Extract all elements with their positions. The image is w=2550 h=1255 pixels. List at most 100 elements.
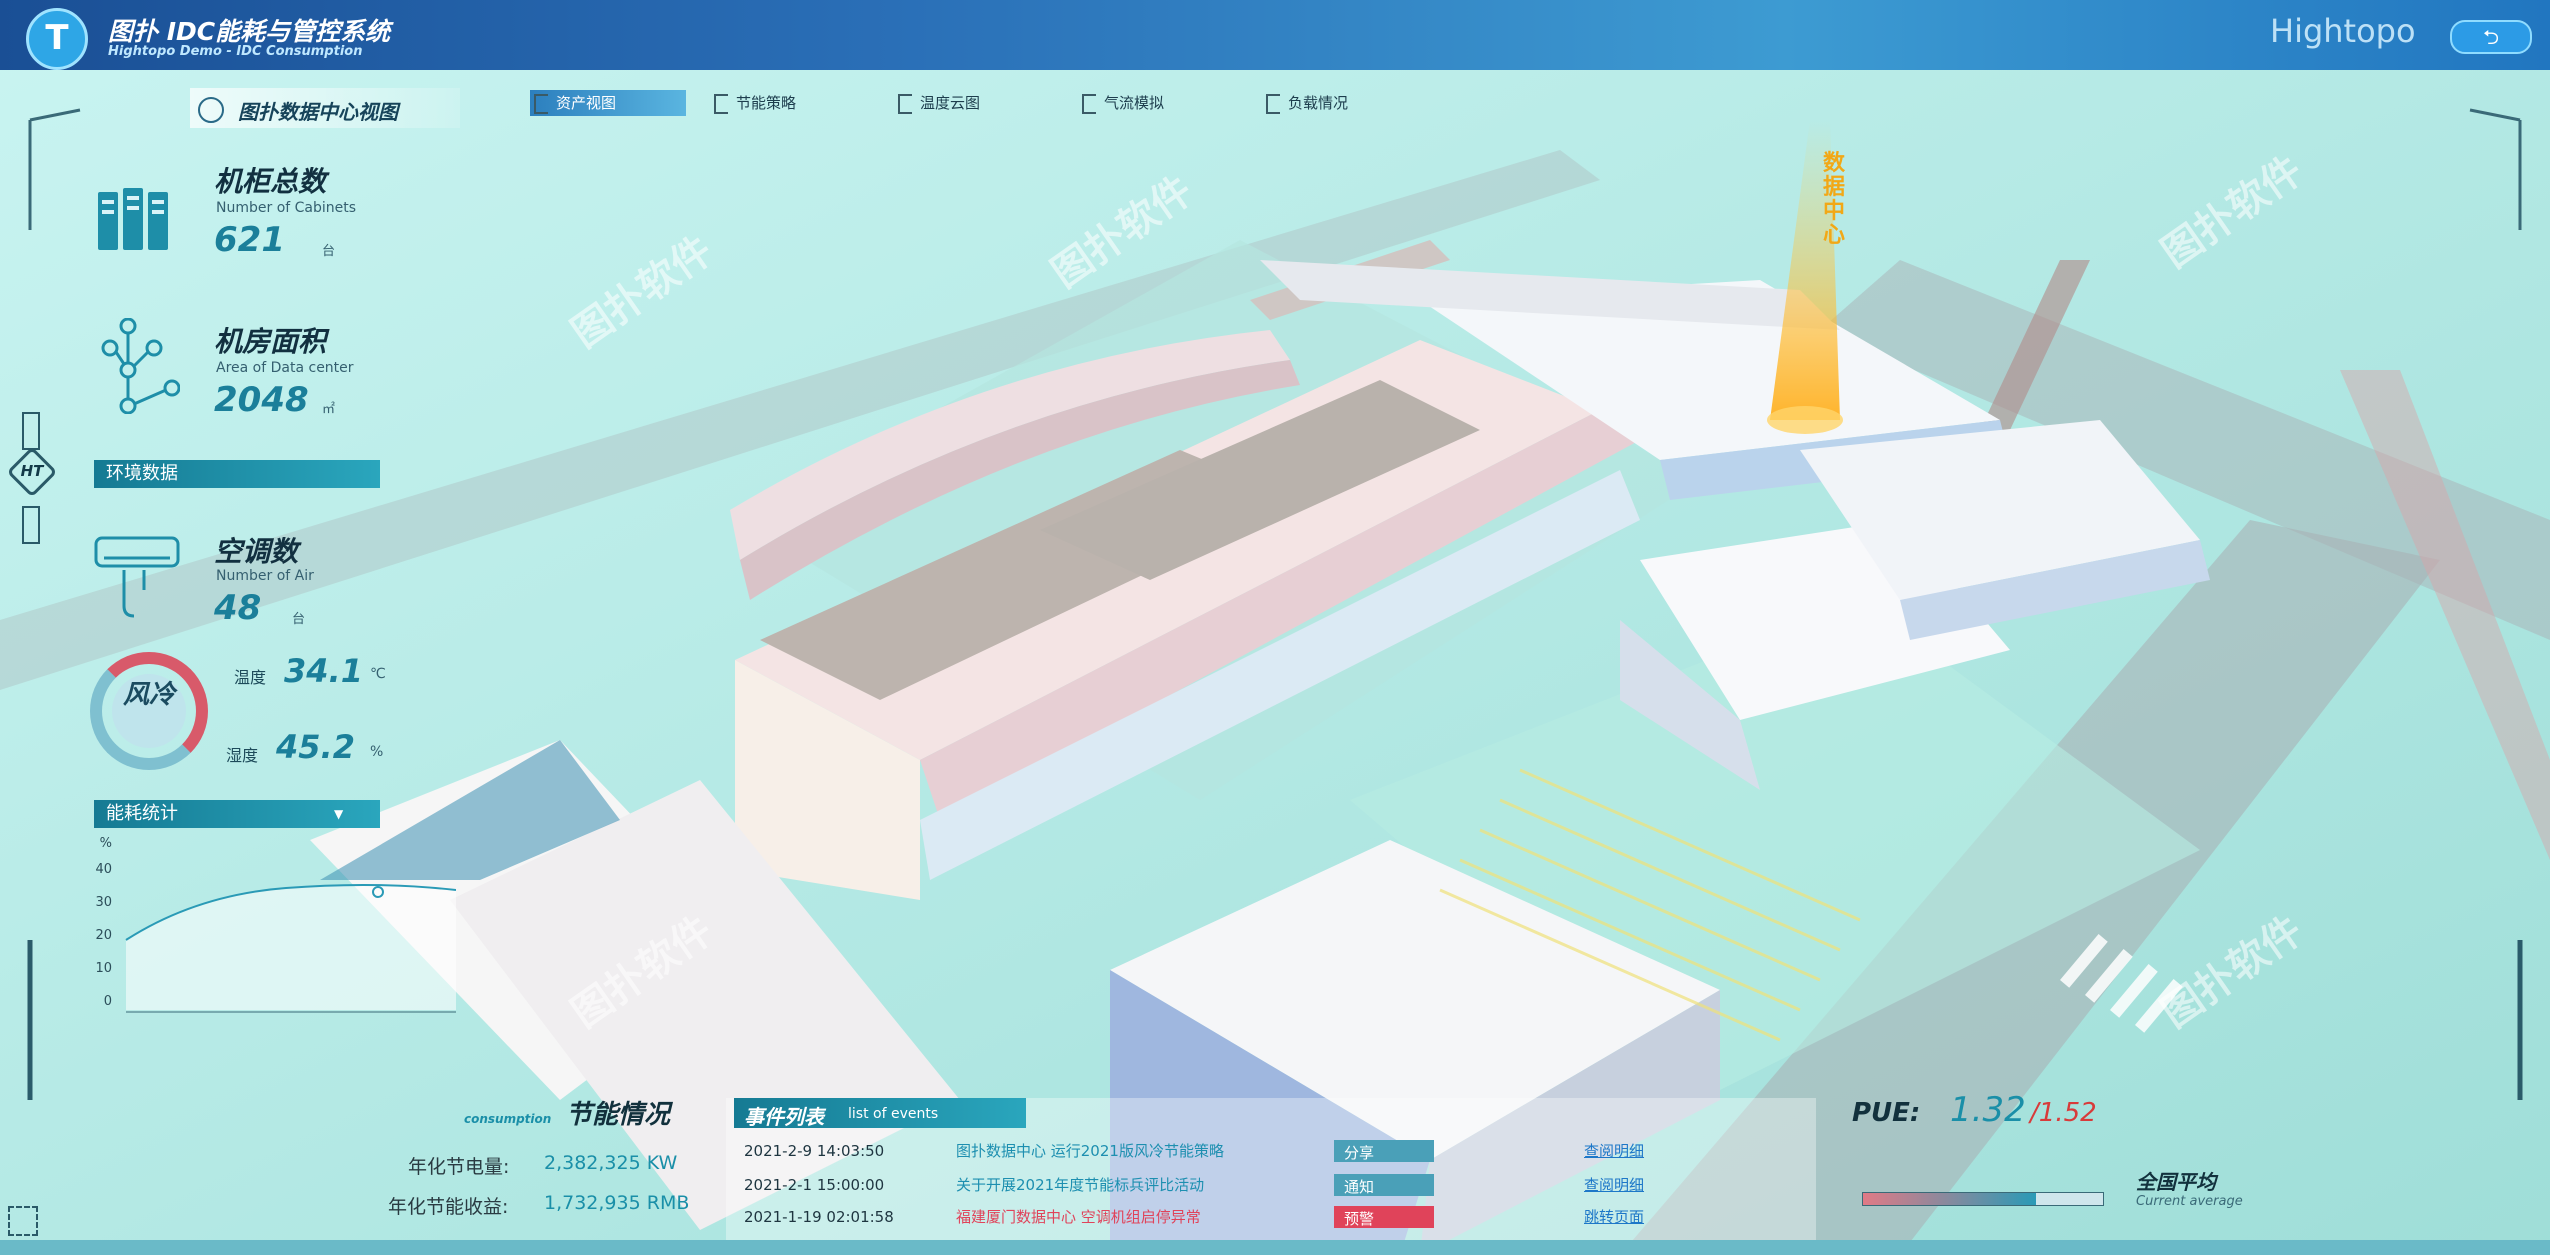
tab-label: 负载情况 (1288, 94, 1349, 112)
bracket-icon (534, 94, 548, 114)
bottom-strip (0, 1240, 2550, 1255)
events-title: 事件列表 (744, 1105, 824, 1129)
app-title: 图扑 IDC能耗与管控系统 (108, 17, 391, 46)
event-row[interactable]: 2021-1-19 02:01:58 福建厦门数据中心 空调机组启停异常 预警 … (732, 1204, 1804, 1230)
savings-title: 节能情况 (566, 1100, 671, 1130)
humidity-value: 45.2 (276, 728, 355, 766)
y-tick: 0 (103, 994, 112, 1009)
tab-airflow-simulation[interactable]: 气流模拟 (1078, 90, 1164, 116)
event-date: 2021-2-1 15:00:00 (744, 1176, 885, 1194)
pue-value: 1.32 (1950, 1090, 2026, 1130)
event-type-badge: 通知 (1334, 1174, 1434, 1196)
data-center-tower-label: 数据中心 (1822, 151, 1845, 248)
energy-chart: % 40 30 20 10 0 (94, 836, 458, 1036)
tab-temperature-cloud[interactable]: 温度云图 (894, 90, 980, 116)
air-conditioner-icon (94, 536, 180, 618)
view-icon (198, 97, 224, 123)
event-type-badge: 分享 (1334, 1140, 1434, 1162)
temperature-label: 温度 (234, 668, 267, 687)
tab-label: 节能策略 (736, 94, 797, 112)
side-bar-bottom (22, 506, 40, 544)
area-value: 2048 (214, 380, 309, 420)
tab-energy-strategy[interactable]: 节能策略 (710, 90, 796, 116)
scene: 数据中心 图扑软件 图扑软件 图扑软件 图扑软件 图扑软件 T 图扑 IDC能耗… (0, 0, 2550, 1255)
tab-label: 气流模拟 (1104, 94, 1165, 112)
ht-badge-label: HT (20, 462, 44, 480)
air-title: 空调数 (214, 535, 299, 568)
event-row[interactable]: 2021-2-1 15:00:00 关于开展2021年度节能标兵评比活动 通知 … (732, 1172, 1804, 1198)
event-date: 2021-1-19 02:01:58 (744, 1208, 894, 1226)
env-data-header: 环境数据 (94, 460, 380, 488)
events-title-en: list of events (848, 1106, 939, 1122)
pue-avg-label-en: Current average (2136, 1194, 2243, 1209)
area-unit: ㎡ (322, 402, 336, 417)
savings-row-value: 2,382,325 KW (544, 1152, 678, 1174)
cabinets-title: 机柜总数 (214, 165, 327, 198)
event-link[interactable]: 跳转页面 (1584, 1204, 1644, 1230)
area-title: 机房面积 (214, 325, 327, 358)
energy-stats-header[interactable]: 能耗统计 ▼ (94, 800, 380, 828)
event-text: 图扑数据中心 运行2021版风冷节能策略 (956, 1142, 1224, 1160)
events-header: 事件列表 list of events (734, 1098, 1026, 1129)
temperature-value: 34.1 (284, 652, 363, 690)
cabinet-icon (98, 188, 168, 250)
event-row[interactable]: 2021-2-9 14:03:50 图扑数据中心 运行2021版风冷节能策略 分… (732, 1138, 1804, 1164)
dropdown-icon[interactable]: ▼ (334, 800, 343, 828)
app-logo: T (26, 8, 88, 70)
app-header: T 图扑 IDC能耗与管控系统 Hightopo Demo - IDC Cons… (0, 0, 2550, 70)
air-value: 48 (214, 588, 262, 628)
savings-title-en: consumption (464, 1112, 552, 1126)
bracket-icon (714, 94, 728, 114)
cabinets-unit: 台 (322, 244, 336, 259)
view-title-bar: 图扑数据中心视图 (190, 88, 460, 128)
y-tick: 10 (95, 961, 112, 976)
event-text: 福建厦门数据中心 空调机组启停异常 (956, 1208, 1201, 1226)
cabinets-value: 621 (214, 220, 285, 260)
energy-curve (125, 883, 456, 1013)
view-title: 图扑数据中心视图 (238, 100, 398, 124)
pue-bar-fill (1863, 1193, 2036, 1205)
savings-panel: consumption 节能情况 年化节电量: 2,382,325 KW 年化节… (360, 1090, 700, 1230)
fullscreen-button[interactable] (8, 1206, 38, 1236)
brand-logo: Hightopo (2270, 12, 2416, 50)
energy-stats-label: 能耗统计 (106, 803, 178, 824)
pue-bar-track (1862, 1192, 2104, 1206)
event-type-badge: 预警 (1334, 1206, 1434, 1228)
event-link[interactable]: 查阅明细 (1584, 1172, 1644, 1198)
tab-load-status[interactable]: 负载情况 (1262, 90, 1348, 116)
area-subtitle: Area of Data center (216, 360, 354, 376)
tab-label: 资产视图 (556, 94, 617, 112)
cooling-mode-label: 风冷 (112, 674, 186, 748)
pue-average: /1.52 (2030, 1098, 2097, 1128)
network-area-icon (101, 318, 180, 414)
tab-asset-view[interactable]: 资产视图 (530, 90, 686, 116)
bracket-icon (1082, 94, 1096, 114)
humidity-unit: % (370, 744, 384, 760)
y-tick: 40 (95, 862, 112, 877)
air-subtitle: Number of Air (216, 568, 314, 584)
y-tick: 30 (95, 895, 112, 910)
side-bar-top (22, 412, 40, 450)
savings-row-label: 年化节电量: (408, 1156, 510, 1178)
tab-label: 温度云图 (920, 94, 981, 112)
temperature-unit: ℃ (370, 666, 386, 682)
side-toggle-strip[interactable]: HT (6, 400, 58, 550)
app-subtitle: Hightopo Demo - IDC Consumption (108, 44, 363, 59)
arrow-left-icon: ⮌ (2482, 25, 2500, 49)
y-tick: 20 (95, 928, 112, 943)
event-date: 2021-2-9 14:03:50 (744, 1142, 885, 1160)
air-unit: 台 (292, 612, 306, 627)
3d-map-view[interactable] (0, 0, 2550, 1255)
bracket-icon (898, 94, 912, 114)
pue-avg-label: 全国平均 (2136, 1170, 2216, 1194)
y-unit-label: % (99, 836, 112, 851)
cabinets-subtitle: Number of Cabinets (216, 200, 357, 216)
event-link[interactable]: 查阅明细 (1584, 1138, 1644, 1164)
bracket-icon (1266, 94, 1280, 114)
humidity-label: 湿度 (226, 746, 259, 765)
back-button[interactable]: ⮌ (2450, 20, 2532, 54)
pue-label: PUE: (1852, 1098, 1921, 1128)
savings-row-value: 1,732,935 RMB (544, 1192, 690, 1214)
savings-row-label: 年化节能收益: (388, 1196, 509, 1218)
event-text: 关于开展2021年度节能标兵评比活动 (956, 1176, 1205, 1194)
